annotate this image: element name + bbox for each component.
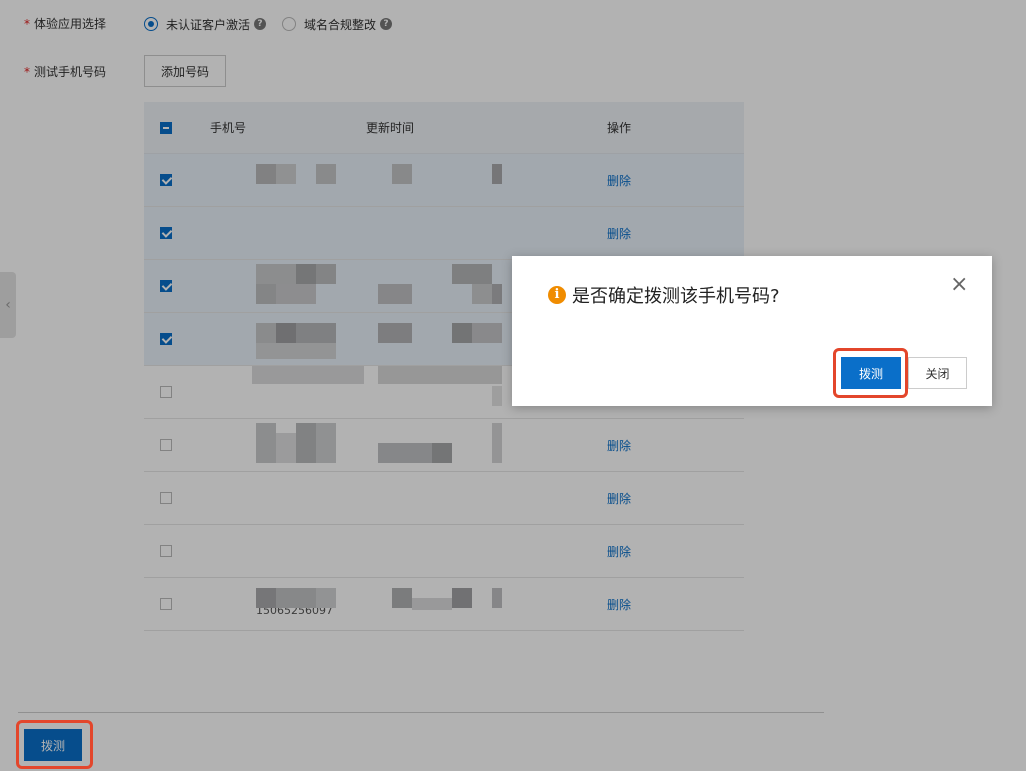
table-row: 删除 [144,154,744,207]
row-checkbox[interactable] [160,598,172,610]
highlight-box [16,720,93,769]
phone-cell-masked [188,260,366,312]
radio-dot[interactable] [282,17,297,31]
add-phone-button[interactable]: 添加号码 [144,55,226,87]
table-row: 删除 [144,419,744,472]
delete-link[interactable]: 删除 [607,596,744,613]
table-row: 删除 [144,207,744,260]
phone-cell-masked [188,419,366,471]
close-button[interactable]: 关闭 [908,357,967,389]
help-icon[interactable]: ? [254,18,267,30]
footer-divider [18,712,824,713]
table-header: 手机号 更新时间 操作 [144,102,744,154]
column-phone: 手机号 [210,121,247,135]
delete-link[interactable]: 删除 [607,225,744,242]
column-update-time: 更新时间 [366,121,415,135]
row-checkbox[interactable] [160,174,172,186]
row-checkbox[interactable] [160,492,172,504]
radio-dot-selected[interactable] [144,17,158,31]
app-radio-group: 未认证客户激活 ? 域名合规整改 ? [144,14,408,34]
row-checkbox[interactable] [160,545,172,557]
delete-link[interactable]: 删除 [607,437,744,454]
app-select-label: * 体验应用选择 [24,17,107,31]
radio-domain-compliance[interactable]: 域名合规整改 ? [282,16,393,33]
select-all-checkbox[interactable] [160,121,172,134]
row-checkbox[interactable] [160,280,172,292]
time-cell-masked [366,154,607,206]
row-checkbox[interactable] [160,333,172,345]
close-icon[interactable]: × [950,274,968,296]
info-icon: i [548,286,566,304]
phone-cell-masked [188,154,366,206]
phone-cell-masked [188,313,366,365]
sidebar-collapse-tab[interactable]: ‹ [0,272,16,338]
time-cell-masked [366,419,607,471]
delete-link[interactable]: 删除 [607,490,744,507]
phone-label: * 测试手机号码 [24,65,107,79]
required-mark: * [24,65,30,79]
column-action: 操作 [607,121,632,135]
row-checkbox[interactable] [160,227,172,239]
confirm-dial-button[interactable]: 拨测 [841,357,901,389]
phone-cell-masked [188,366,366,418]
delete-link[interactable]: 删除 [607,172,744,189]
radio-unverified-activation[interactable]: 未认证客户激活 ? [144,16,267,33]
confirm-dialog: i 是否确定拨测该手机号码? × 拨测 关闭 [512,256,992,406]
row-checkbox[interactable] [160,439,172,451]
help-icon[interactable]: ? [380,18,393,30]
table-row: 删除 [144,472,744,525]
dialog-title: i 是否确定拨测该手机号码? [548,282,780,308]
time-cell-masked [366,578,607,630]
delete-link[interactable]: 删除 [607,543,744,560]
required-mark: * [24,17,30,31]
phone-cell: 15065256097 [188,578,366,630]
table-row: 删除 [144,525,744,578]
row-checkbox[interactable] [160,386,172,398]
chevron-left-icon: ‹ [5,297,11,313]
table-row: 15065256097 删除 [144,578,744,631]
dialog-message: 是否确定拨测该手机号码? [572,286,780,307]
